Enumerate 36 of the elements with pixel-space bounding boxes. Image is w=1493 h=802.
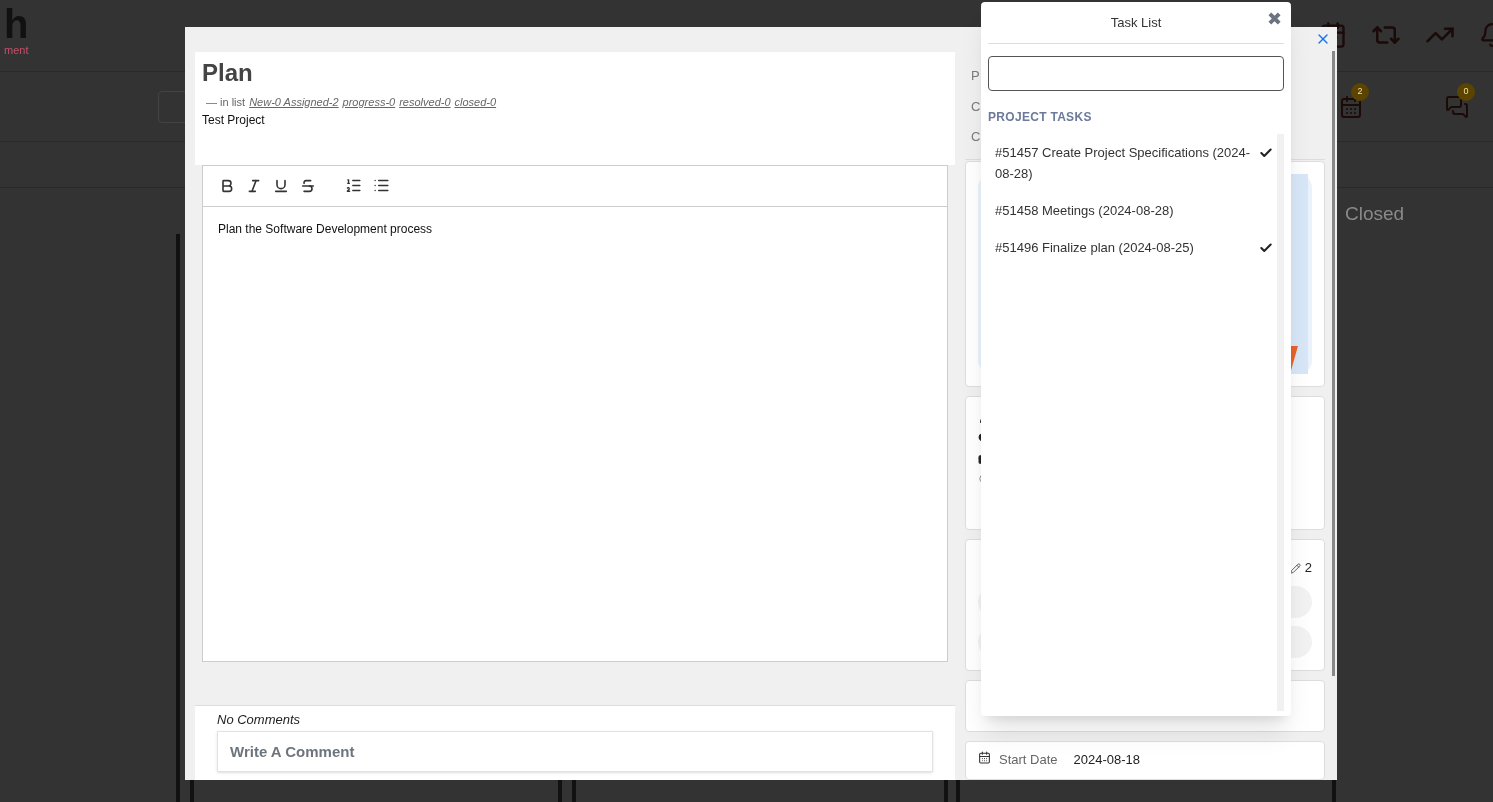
section-heading: PROJECT TASKS: [988, 109, 1093, 126]
task-item[interactable]: #51496 Finalize plan (2024-08-25): [988, 229, 1277, 266]
task-item[interactable]: #51458 Meetings (2024-08-28): [988, 192, 1277, 229]
close-button[interactable]: ✖: [1267, 10, 1282, 28]
detail-label: P: [971, 67, 980, 85]
column-title: Closed: [1345, 203, 1405, 224]
strikethrough-icon[interactable]: [300, 177, 316, 194]
no-comments-text: No Comments: [217, 710, 302, 729]
popup-title: Task List: [1110, 13, 1162, 32]
numbered-list-icon[interactable]: [345, 177, 362, 194]
search-field[interactable]: [988, 56, 1284, 91]
subtask-count: 2: [1304, 559, 1312, 578]
task-title: Plan: [202, 58, 254, 88]
comment-field[interactable]: Write A Comment: [217, 731, 933, 772]
detail-label: C: [971, 97, 981, 116]
editor-text[interactable]: Plan the Software Development process: [218, 219, 932, 238]
list-label: — in list: [205, 95, 246, 110]
calendar-icon: [978, 750, 991, 764]
status-link[interactable]: New-0 Assigned-2: [249, 94, 339, 111]
pencil-icon: [1289, 562, 1301, 574]
detail-label: C: [971, 128, 981, 146]
underline-icon[interactable]: [273, 177, 289, 194]
project-name: Test Project: [202, 111, 266, 129]
bold-icon[interactable]: [219, 177, 235, 194]
bullet-list-icon[interactable]: [373, 177, 390, 194]
status-link[interactable]: closed-0: [454, 94, 497, 111]
scrollbar[interactable]: [1332, 51, 1335, 676]
start-date-label: Start Date: [999, 750, 1058, 769]
status-link[interactable]: progress-0: [342, 94, 396, 111]
count-badge: 2: [1351, 82, 1369, 101]
count-badge: 0: [1457, 82, 1475, 101]
logo-tagline: ment: [4, 43, 29, 58]
task-item[interactable]: #51457 Create Project Specifications (2024-08-28): [988, 134, 1277, 192]
start-date-value: 2024-08-18: [1073, 750, 1141, 769]
status-link[interactable]: resolved-0: [399, 94, 451, 111]
italic-icon[interactable]: [246, 177, 262, 194]
